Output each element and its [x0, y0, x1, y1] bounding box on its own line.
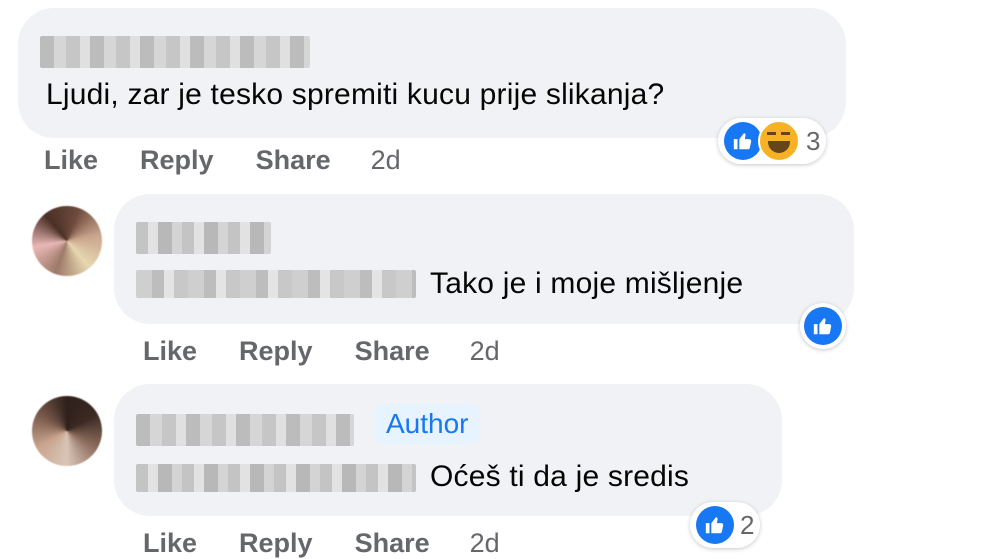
comment-text: Tako je i moje mišljenje: [430, 267, 744, 300]
comment-text: Ljudi, zar je tesko spremiti kucu prije …: [46, 78, 665, 111]
comment-text: Oćeš ti da je sredis: [430, 460, 690, 493]
reply-link[interactable]: Reply: [140, 145, 214, 176]
like-link[interactable]: Like: [143, 336, 197, 367]
blurred-text: [136, 270, 416, 298]
like-icon: [696, 506, 734, 544]
share-link[interactable]: Share: [355, 336, 430, 367]
like-icon: [724, 122, 762, 160]
reply-link[interactable]: Reply: [239, 336, 313, 367]
comment-bubble: Ljudi, zar je tesko spremiti kucu prije …: [18, 8, 846, 138]
reactions-summary[interactable]: 2: [690, 502, 761, 548]
timestamp[interactable]: 2d: [470, 528, 500, 559]
share-link[interactable]: Share: [355, 528, 430, 559]
reply-bubble: Author Oćeš ti da je sredis: [114, 384, 782, 516]
reactions-summary[interactable]: [800, 303, 846, 349]
comment-actions: Like Reply Share 2d: [143, 336, 500, 367]
blurred-author-name: [136, 414, 354, 446]
avatar[interactable]: [32, 396, 102, 466]
like-link[interactable]: Like: [143, 528, 197, 559]
haha-icon: [758, 120, 800, 162]
reactions-summary[interactable]: 3: [718, 118, 827, 164]
comment-actions: Like Reply Share 2d: [143, 528, 500, 559]
reply-bubble: Tako je i moje mišljenje: [114, 194, 854, 324]
reply-link[interactable]: Reply: [239, 528, 313, 559]
author-badge: Author: [376, 404, 479, 444]
comment-actions: Like Reply Share 2d: [44, 145, 401, 176]
avatar[interactable]: [32, 206, 102, 276]
blurred-author-name: [40, 36, 310, 68]
like-icon: [804, 307, 842, 345]
share-link[interactable]: Share: [256, 145, 331, 176]
timestamp[interactable]: 2d: [371, 145, 401, 176]
reaction-count: 2: [740, 509, 755, 540]
blurred-author-name: [136, 222, 271, 254]
blurred-text: [136, 464, 416, 492]
timestamp[interactable]: 2d: [470, 336, 500, 367]
like-link[interactable]: Like: [44, 145, 98, 176]
reaction-count: 3: [806, 125, 821, 156]
